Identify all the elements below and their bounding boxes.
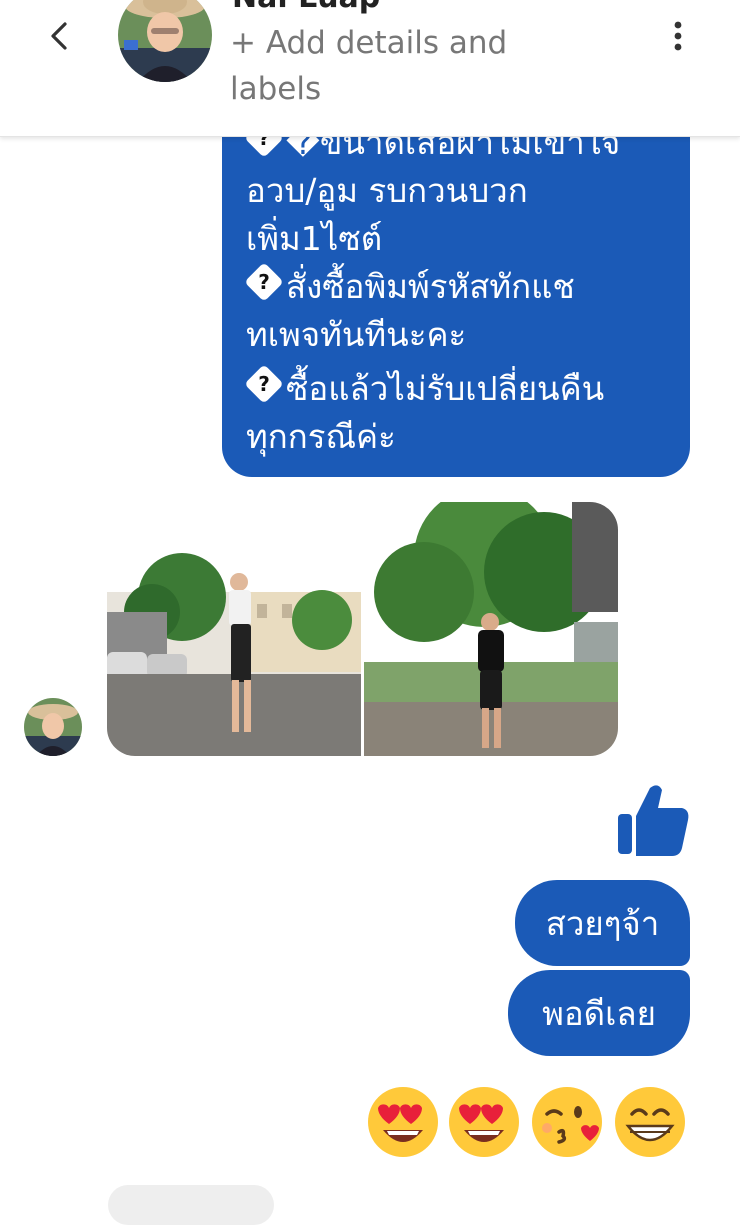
incoming-photo-1[interactable]: [107, 502, 361, 756]
message-line: เพิ่ม1ไซต์: [246, 219, 383, 258]
more-options-button[interactable]: [660, 14, 696, 58]
message-line: ทเพจทันทีนะคะ: [246, 315, 467, 354]
heart-eyes-emoji-icon: [446, 1084, 522, 1160]
back-button[interactable]: [38, 14, 82, 58]
like-message[interactable]: [612, 780, 692, 860]
thumbs-up-icon: [618, 785, 689, 856]
unknown-char-icon: ?: [244, 364, 284, 404]
add-details-link[interactable]: + Add details and labels: [230, 20, 570, 112]
heart-eyes-emoji-icon: [365, 1084, 441, 1160]
sender-avatar[interactable]: [24, 698, 82, 756]
typing-indicator: [108, 1185, 274, 1225]
conversation-header: Nal Luap + Add details and labels: [0, 0, 740, 137]
unknown-char-icon: ?: [244, 262, 284, 302]
contact-name[interactable]: Nal Luap: [232, 0, 380, 15]
message-line: ทุกกรณีค่ะ: [246, 417, 396, 456]
outgoing-message[interactable]: สวยๆจ้า: [515, 880, 690, 966]
more-vertical-icon: [674, 21, 682, 51]
grinning-emoji-icon: [612, 1084, 688, 1160]
chevron-left-icon: [51, 22, 67, 50]
contact-avatar[interactable]: [118, 0, 212, 82]
outgoing-message[interactable]: พอดีเลย: [508, 970, 690, 1056]
message-line: ? ซื้อแล้วไม่รับเปลี่ยนคืน: [244, 362, 604, 415]
message-line: อวบ/อูม รบกวนบวก: [246, 171, 528, 210]
message-line: ? สั่งซื้อพิมพ์รหัสทักแช: [244, 260, 575, 313]
kissing-wink-emoji-icon: [529, 1084, 605, 1160]
incoming-photo-2[interactable]: [364, 502, 618, 756]
outgoing-message-long[interactable]: ? �ขนาดเสื้อผ้าไม่เข้าใจ อวบ/อูม รบกวนบวก…: [222, 100, 690, 477]
